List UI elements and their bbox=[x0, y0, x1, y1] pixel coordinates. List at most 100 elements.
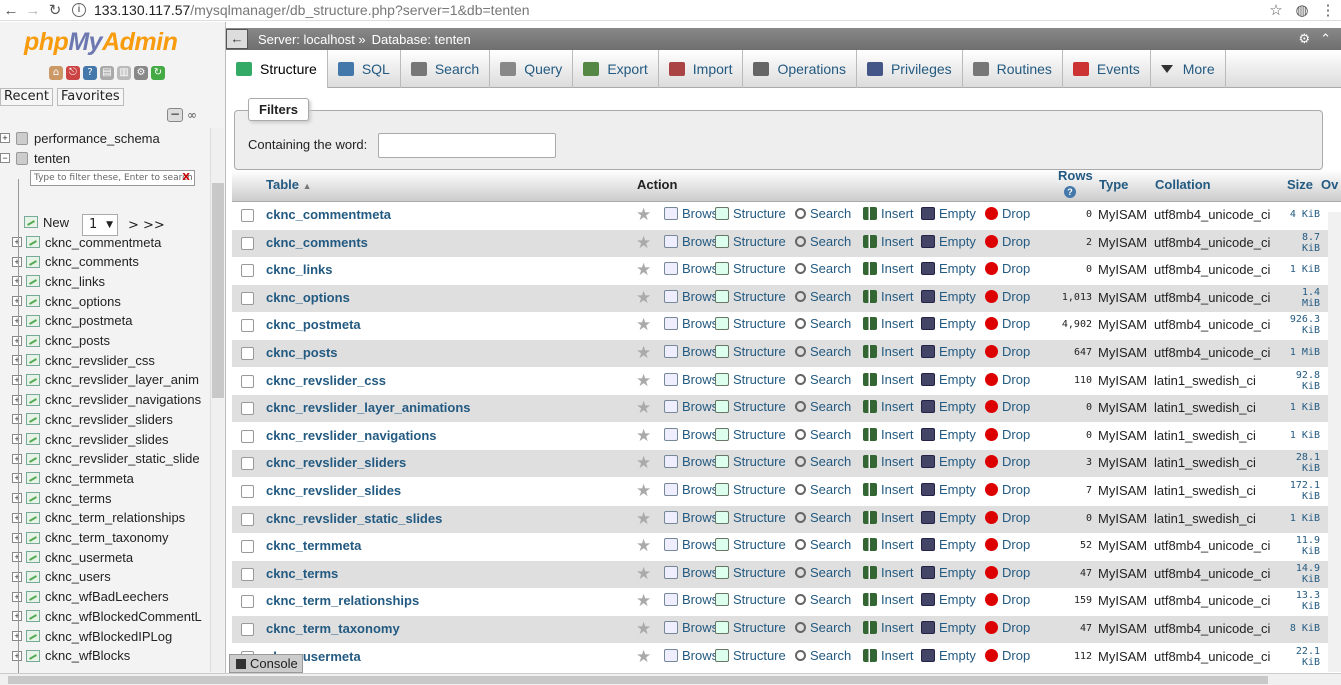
row-checkbox[interactable] bbox=[241, 291, 254, 305]
table-icon[interactable] bbox=[26, 610, 40, 623]
table-icon[interactable] bbox=[26, 275, 40, 288]
empty-action[interactable]: Empty bbox=[921, 427, 976, 442]
table-name-link[interactable]: cknc_revslider_slides bbox=[266, 483, 401, 498]
table-icon[interactable] bbox=[26, 354, 40, 367]
table-size[interactable]: 8 KiB bbox=[1284, 623, 1320, 634]
drop-action[interactable]: Drop bbox=[985, 344, 1030, 359]
drop-action[interactable]: Drop bbox=[985, 537, 1030, 552]
drop-action[interactable]: Drop bbox=[985, 454, 1030, 469]
drop-action[interactable]: Drop bbox=[985, 510, 1030, 525]
nav-table-name[interactable]: cknc_posts bbox=[45, 333, 110, 348]
collapse-icon[interactable]: − bbox=[0, 153, 10, 163]
nav-table-name[interactable]: cknc_revslider_navigations bbox=[45, 392, 201, 407]
clear-filter-icon[interactable]: X bbox=[182, 171, 190, 185]
insert-action[interactable]: Insert bbox=[863, 206, 914, 221]
nav-table-name[interactable]: cknc_revslider_sliders bbox=[45, 412, 173, 427]
table-name-link[interactable]: cknc_revslider_static_slides bbox=[266, 511, 442, 526]
search-action[interactable]: Search bbox=[795, 344, 851, 359]
row-checkbox[interactable] bbox=[241, 402, 254, 416]
row-checkbox[interactable] bbox=[241, 319, 254, 333]
sql-docs-icon[interactable]: ▥ bbox=[117, 66, 131, 80]
row-checkbox[interactable] bbox=[241, 595, 254, 609]
nav-table-name[interactable]: cknc_usermeta bbox=[45, 550, 133, 565]
new-table-item[interactable]: New bbox=[20, 212, 69, 232]
db-name[interactable]: performance_schema bbox=[34, 131, 160, 146]
docs-icon[interactable]: ▤ bbox=[100, 66, 114, 80]
col-rows[interactable]: Rows? bbox=[1058, 168, 1093, 198]
expand-icon[interactable]: + bbox=[12, 315, 22, 326]
row-checkbox[interactable] bbox=[241, 209, 254, 222]
nav-table-name[interactable]: cknc_options bbox=[45, 294, 121, 309]
row-checkbox[interactable] bbox=[241, 236, 254, 250]
nav-table-name[interactable]: cknc_users bbox=[45, 569, 111, 584]
table-name-link[interactable]: cknc_termmeta bbox=[266, 538, 361, 553]
insert-action[interactable]: Insert bbox=[863, 565, 914, 580]
expand-icon[interactable]: + bbox=[12, 355, 22, 366]
info-icon[interactable]: i bbox=[72, 3, 86, 17]
nav-table-item[interactable]: + cknc_comments bbox=[12, 252, 139, 272]
table-size[interactable]: 28.1 KiB bbox=[1284, 452, 1320, 474]
nav-table-item[interactable]: + cknc_terms bbox=[12, 488, 111, 508]
row-checkbox[interactable] bbox=[241, 567, 254, 581]
nav-table-name[interactable]: cknc_commentmeta bbox=[45, 235, 161, 250]
search-action[interactable]: Search bbox=[795, 592, 851, 607]
nav-table-item[interactable]: + cknc_revslider_static_slide bbox=[12, 449, 200, 469]
drop-action[interactable]: Drop bbox=[985, 261, 1030, 276]
nav-table-item[interactable]: + cknc_revslider_navigations bbox=[12, 390, 201, 410]
tab-operations[interactable]: Operations bbox=[743, 50, 857, 88]
tab-import[interactable]: Import bbox=[659, 50, 744, 88]
favorite-star-icon[interactable]: ★ bbox=[636, 372, 651, 389]
expand-icon[interactable]: + bbox=[12, 473, 22, 484]
col-type[interactable]: Type bbox=[1099, 177, 1128, 192]
filter-word-input[interactable] bbox=[378, 133, 556, 158]
table-name-link[interactable]: cknc_term_relationships bbox=[266, 593, 419, 608]
table-icon[interactable] bbox=[26, 511, 40, 524]
row-checkbox[interactable] bbox=[241, 540, 254, 554]
table-icon[interactable] bbox=[26, 531, 40, 544]
nav-table-name[interactable]: cknc_termmeta bbox=[45, 471, 134, 486]
search-action[interactable]: Search bbox=[795, 537, 851, 552]
expand-icon[interactable]: + bbox=[12, 256, 22, 267]
drop-action[interactable]: Drop bbox=[985, 206, 1030, 221]
expand-icon[interactable]: + bbox=[12, 631, 22, 641]
main-scrollbar[interactable] bbox=[1328, 212, 1341, 672]
favorite-star-icon[interactable]: ★ bbox=[636, 510, 651, 527]
table-size[interactable]: 1.4 MiB bbox=[1284, 287, 1320, 309]
favorite-star-icon[interactable]: ★ bbox=[636, 399, 651, 416]
table-icon[interactable] bbox=[26, 630, 40, 642]
nav-table-name[interactable]: cknc_postmeta bbox=[45, 313, 132, 328]
table-name-link[interactable]: cknc_comments bbox=[266, 235, 368, 250]
nav-table-name[interactable]: cknc_wfBlocks bbox=[45, 648, 130, 663]
empty-action[interactable]: Empty bbox=[921, 592, 976, 607]
structure-action[interactable]: Structure bbox=[715, 372, 786, 387]
drop-action[interactable]: Drop bbox=[985, 399, 1030, 414]
insert-action[interactable]: Insert bbox=[863, 372, 914, 387]
empty-action[interactable]: Empty bbox=[921, 565, 976, 580]
table-icon[interactable] bbox=[26, 373, 40, 386]
tab-sql[interactable]: SQL bbox=[328, 50, 401, 88]
table-size[interactable]: 22.1 KiB bbox=[1284, 646, 1320, 668]
settings-gear-icon[interactable]: ⚙ bbox=[1298, 31, 1310, 47]
logout-icon[interactable]: ⎋ bbox=[66, 66, 80, 80]
nav-table-name[interactable]: cknc_wfBlockedCommentL bbox=[45, 609, 202, 624]
search-action[interactable]: Search bbox=[795, 510, 851, 525]
search-action[interactable]: Search bbox=[795, 454, 851, 469]
nav-table-name[interactable]: cknc_wfBadLeechers bbox=[45, 589, 169, 604]
link-with-main-icon[interactable]: ∞ bbox=[187, 108, 197, 122]
structure-action[interactable]: Structure bbox=[715, 510, 786, 525]
expand-icon[interactable]: + bbox=[12, 493, 22, 504]
expand-icon[interactable]: + bbox=[12, 335, 22, 346]
expand-icon[interactable]: + bbox=[12, 374, 22, 385]
favorite-star-icon[interactable]: ★ bbox=[636, 261, 651, 278]
table-size[interactable]: 1 MiB bbox=[1284, 347, 1320, 358]
tab-privileges[interactable]: Privileges bbox=[857, 50, 963, 88]
nav-table-name[interactable]: cknc_links bbox=[45, 274, 105, 289]
insert-action[interactable]: Insert bbox=[863, 289, 914, 304]
drop-action[interactable]: Drop bbox=[985, 620, 1030, 635]
console-toggle[interactable]: Console bbox=[229, 654, 303, 673]
table-size[interactable]: 926.3 KiB bbox=[1284, 314, 1320, 336]
empty-action[interactable]: Empty bbox=[921, 399, 976, 414]
table-name-link[interactable]: cknc_term_taxonomy bbox=[266, 621, 400, 636]
reload-icon[interactable]: ↻ bbox=[44, 1, 66, 19]
back-arrow-icon[interactable]: ← bbox=[0, 2, 22, 19]
